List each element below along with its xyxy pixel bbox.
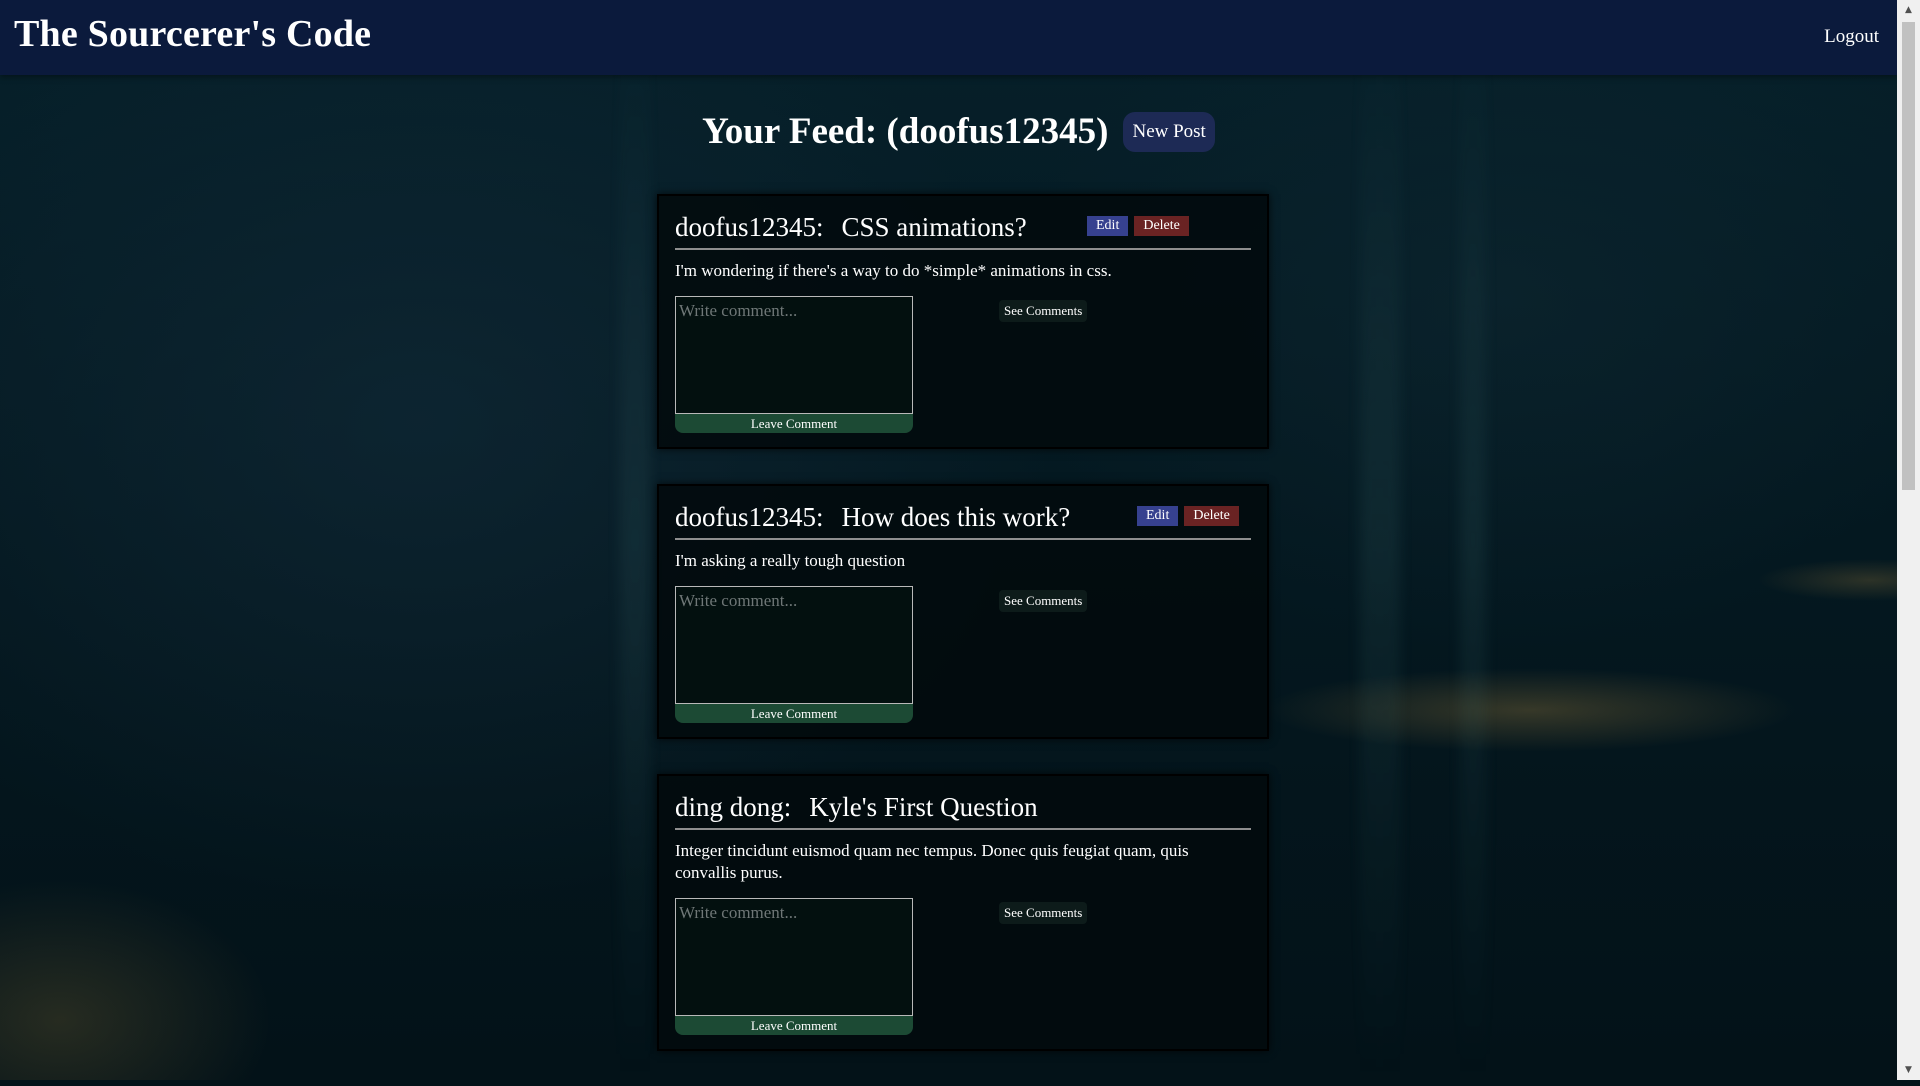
edit-post-button[interactable]: Edit [1137,506,1179,526]
background-streak [620,0,650,1080]
new-post-button[interactable]: New Post [1123,111,1215,152]
see-comments-button[interactable]: See Comments [999,300,1088,322]
comment-section: Leave Comment See Comments [675,296,1251,433]
comment-input[interactable] [675,586,913,704]
background-streak [1360,0,1400,1080]
feed-header: Your Feed: (doofus12345) New Post [0,110,1897,153]
see-comments-button[interactable]: See Comments [999,902,1088,924]
leave-comment-button[interactable]: Leave Comment [675,1016,913,1035]
post-body: I'm asking a really tough question [675,551,906,570]
post-heading: doofus12345: How does this work? [675,502,1070,533]
comment-section: Leave Comment See Comments [675,898,1251,1035]
post-body: Integer tincidunt euismod quam nec tempu… [675,841,1189,882]
logout-link[interactable]: Logout [1824,26,1879,48]
post-header: ding dong: Kyle's First Question [675,792,1251,830]
vertical-scrollbar[interactable]: ▲ ▼ [1897,0,1920,1080]
post-feed: doofus12345: CSS animations? Edit Delete … [657,194,1269,1086]
leave-comment-button[interactable]: Leave Comment [675,704,913,723]
see-comments-button[interactable]: See Comments [999,590,1088,612]
post-title: Kyle's First Question [809,792,1038,822]
leave-comment-button[interactable]: Leave Comment [675,414,913,433]
scrollbar-thumb[interactable] [1902,22,1915,490]
scroll-down-icon[interactable]: ▼ [1897,1060,1920,1080]
post-heading: doofus12345: CSS animations? [675,212,1027,243]
site-title: The Sourcerer's Code [14,13,372,55]
edit-post-button[interactable]: Edit [1087,216,1129,236]
post-actions: Edit Delete [1087,216,1189,236]
post-heading: ding dong: Kyle's First Question [675,792,1038,823]
post-title: CSS animations? [841,212,1027,242]
post-author: doofus12345: [675,212,824,242]
comment-input[interactable] [675,898,913,1016]
post-header: doofus12345: CSS animations? Edit Delete [675,212,1251,250]
post-header: doofus12345: How does this work? Edit Del… [675,502,1251,540]
comment-input[interactable] [675,296,913,414]
post-title: How does this work? [841,502,1071,532]
top-navbar: The Sourcerer's Code Logout [0,0,1897,75]
delete-post-button[interactable]: Delete [1184,506,1239,526]
post-actions: Edit Delete [1137,506,1239,526]
post-card: ding dong: Kyle's First Question Integer … [657,774,1269,1051]
comment-section: Leave Comment See Comments [675,586,1251,723]
scroll-up-icon[interactable]: ▲ [1897,0,1920,20]
background-streak [1460,0,1486,1080]
post-author: doofus12345: [675,502,824,532]
post-card: doofus12345: How does this work? Edit Del… [657,484,1269,739]
post-author: ding dong: [675,792,792,822]
post-card: doofus12345: CSS animations? Edit Delete … [657,194,1269,449]
post-body: I'm wondering if there's a way to do *si… [675,261,1112,280]
delete-post-button[interactable]: Delete [1134,216,1189,236]
feed-title: Your Feed: (doofus12345) [702,111,1109,152]
